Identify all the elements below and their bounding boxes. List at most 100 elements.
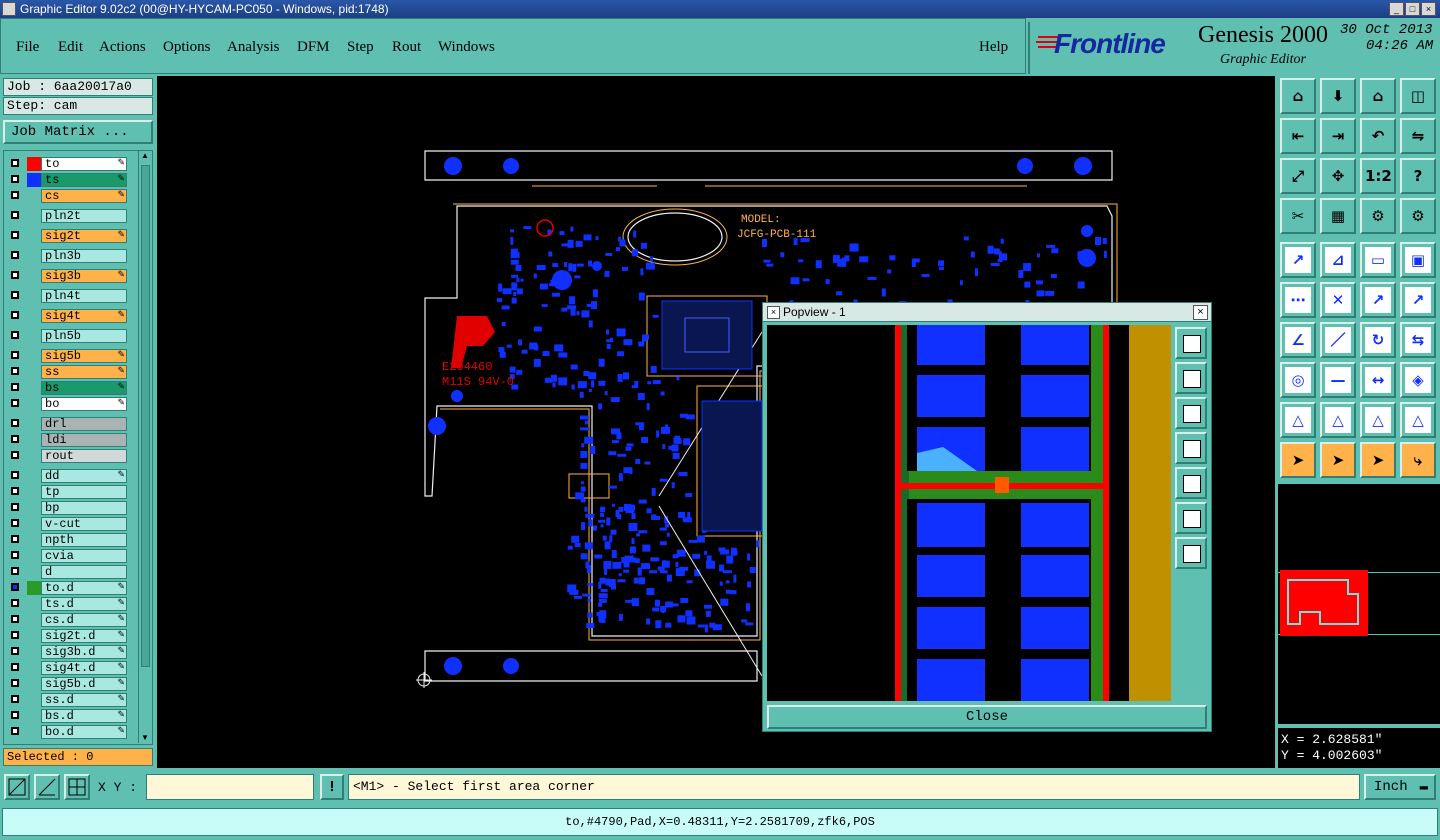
layer-row-ss-d[interactable]: ss.d ✎ xyxy=(8,693,128,707)
layer-checkbox[interactable] xyxy=(11,367,19,375)
layer-row-tp[interactable]: tp xyxy=(8,485,128,499)
layer-name[interactable]: pln2t xyxy=(41,209,127,223)
layer-checkbox[interactable] xyxy=(11,351,19,359)
layer-checkbox[interactable] xyxy=(11,727,19,735)
layer-row-npth[interactable]: npth xyxy=(8,533,128,547)
split-view-icon[interactable]: ◫ xyxy=(1400,78,1436,114)
layer-row-pln4t[interactable]: pln4t xyxy=(8,289,128,303)
popview-canvas[interactable] xyxy=(767,325,1171,701)
rotate-icon[interactable]: ↻ xyxy=(1360,322,1396,358)
popview-zoom-box-icon[interactable] xyxy=(1175,327,1207,359)
tri-d-icon[interactable]: △ xyxy=(1400,402,1436,438)
pad-tool-icon[interactable]: ◎ xyxy=(1280,362,1316,398)
fit-board-icon[interactable]: ⤢ xyxy=(1280,158,1316,194)
measure-point-icon[interactable]: ↗ xyxy=(1280,242,1316,278)
layer-name[interactable]: bs.d xyxy=(41,709,127,723)
layer-name[interactable]: pln3b xyxy=(41,249,127,263)
zoom-ratio-icon[interactable]: 1:2 xyxy=(1360,158,1396,194)
layer-name[interactable]: ldi xyxy=(41,433,127,447)
layer-row-drl[interactable]: drl xyxy=(8,417,128,431)
job-matrix-button[interactable]: Job Matrix ... xyxy=(3,120,153,144)
cut-tool-icon[interactable]: ✂ xyxy=(1280,198,1316,234)
layer-props-2-icon[interactable]: ⚙ xyxy=(1400,198,1436,234)
layer-name[interactable]: sig4t.d xyxy=(41,661,127,675)
connect-icon[interactable]: ⋯ xyxy=(1280,282,1316,318)
help-icon[interactable]: ? xyxy=(1400,158,1436,194)
layer-checkbox[interactable] xyxy=(11,271,19,279)
layer-checkbox[interactable] xyxy=(11,647,19,655)
select-box-icon[interactable]: ➤ xyxy=(1320,442,1356,478)
layer-row-sig3b[interactable]: sig3b ✎ xyxy=(8,269,128,283)
select-path-icon[interactable]: ⤷ xyxy=(1400,442,1436,478)
layer-row-sig5b-d[interactable]: sig5b.d ✎ xyxy=(8,677,128,691)
select-icon[interactable]: ➤ xyxy=(1280,442,1316,478)
grid-tool-icon[interactable]: ▦ xyxy=(1320,198,1356,234)
minimize-button[interactable]: _ xyxy=(1389,2,1404,16)
grid-snap-icon[interactable] xyxy=(64,774,90,800)
layer-row-bs-d[interactable]: bs.d ✎ xyxy=(8,709,128,723)
layer-name[interactable]: sig5b.d xyxy=(41,677,127,691)
layer-row-ts-d[interactable]: ts.d ✎ xyxy=(8,597,128,611)
layer-row-pln2t[interactable]: pln2t xyxy=(8,209,128,223)
layer-name[interactable]: bp xyxy=(41,501,127,515)
popview-down-icon[interactable] xyxy=(1175,397,1207,429)
layer-row-bo[interactable]: bo ✎ xyxy=(8,397,128,411)
menu-file[interactable]: File xyxy=(16,39,39,56)
popview-close-button[interactable]: Close xyxy=(767,705,1207,729)
layer-row-cvia[interactable]: cvia xyxy=(8,549,128,563)
layer-checkbox[interactable] xyxy=(11,503,19,511)
pan-left-icon[interactable]: ⇤ xyxy=(1280,118,1316,154)
layer-checkbox[interactable] xyxy=(11,535,19,543)
app-icon[interactable] xyxy=(2,2,16,16)
layer-checkbox[interactable] xyxy=(11,615,19,623)
popview-right-icon[interactable] xyxy=(1175,467,1207,499)
layer-name[interactable]: sig4t xyxy=(41,309,127,323)
units-dropdown[interactable]: Inch ▬ xyxy=(1364,774,1436,800)
pan-right-icon[interactable]: ⇥ xyxy=(1320,118,1356,154)
bottom-view-icon[interactable]: ⬇ xyxy=(1320,78,1356,114)
popview-up-icon[interactable] xyxy=(1175,362,1207,394)
menu-help[interactable]: Help xyxy=(979,39,1008,56)
popview-fit-icon[interactable] xyxy=(1175,502,1207,534)
layer-row-to-d[interactable]: to.d ✎ xyxy=(8,581,128,595)
layer-checkbox[interactable] xyxy=(11,331,19,339)
layer-row-sig3b-d[interactable]: sig3b.d ✎ xyxy=(8,645,128,659)
layer-row-ss[interactable]: ss ✎ xyxy=(8,365,128,379)
overview-map[interactable] xyxy=(1278,484,1440,724)
layer-row-ts[interactable]: ts ✎ xyxy=(8,173,128,187)
layer-name[interactable]: ts.d xyxy=(41,597,127,611)
layer-checkbox[interactable] xyxy=(11,435,19,443)
layer-props-icon[interactable]: ⚙ xyxy=(1360,198,1396,234)
layer-name[interactable]: sig2t.d xyxy=(41,629,127,643)
tri-b-icon[interactable]: △ xyxy=(1320,402,1356,438)
layer-checkbox[interactable] xyxy=(11,191,19,199)
popview-center-icon[interactable] xyxy=(1175,537,1207,569)
layer-name[interactable]: rout xyxy=(41,449,127,463)
layer-checkbox[interactable] xyxy=(11,451,19,459)
layer-checkbox[interactable] xyxy=(11,663,19,671)
layer-row-d[interactable]: d xyxy=(8,565,128,579)
menu-windows[interactable]: Windows xyxy=(438,39,495,56)
layer-row-sig2t[interactable]: sig2t ✎ xyxy=(8,229,128,243)
menu-dfm[interactable]: DFM xyxy=(297,39,330,56)
layer-checkbox[interactable] xyxy=(11,159,19,167)
mirror-icon[interactable]: ⇋ xyxy=(1400,118,1436,154)
layer-checkbox[interactable] xyxy=(11,251,19,259)
route-b-icon[interactable]: ↗ xyxy=(1400,282,1436,318)
layer-row-cs[interactable]: cs ✎ xyxy=(8,189,128,203)
close-window-button[interactable]: × xyxy=(1421,2,1436,16)
home-icon[interactable]: ⌂ xyxy=(1360,78,1396,114)
layer-name[interactable]: bo.d xyxy=(41,725,127,739)
layer-name[interactable]: bs xyxy=(41,381,127,395)
layer-checkbox[interactable] xyxy=(11,399,19,407)
layer-name[interactable]: tp xyxy=(41,485,127,499)
layer-row-to[interactable]: to ✎ xyxy=(8,157,128,171)
layer-name[interactable]: v-cut xyxy=(41,517,127,531)
layer-name[interactable]: ts xyxy=(41,173,127,187)
layer-row-pln3b[interactable]: pln3b xyxy=(8,249,128,263)
layer-name[interactable]: to xyxy=(41,157,127,171)
top-view-icon[interactable]: ⌂ xyxy=(1280,78,1316,114)
layer-checkbox[interactable] xyxy=(11,471,19,479)
layer-checkbox[interactable] xyxy=(11,519,19,527)
menu-step[interactable]: Step xyxy=(347,39,374,56)
